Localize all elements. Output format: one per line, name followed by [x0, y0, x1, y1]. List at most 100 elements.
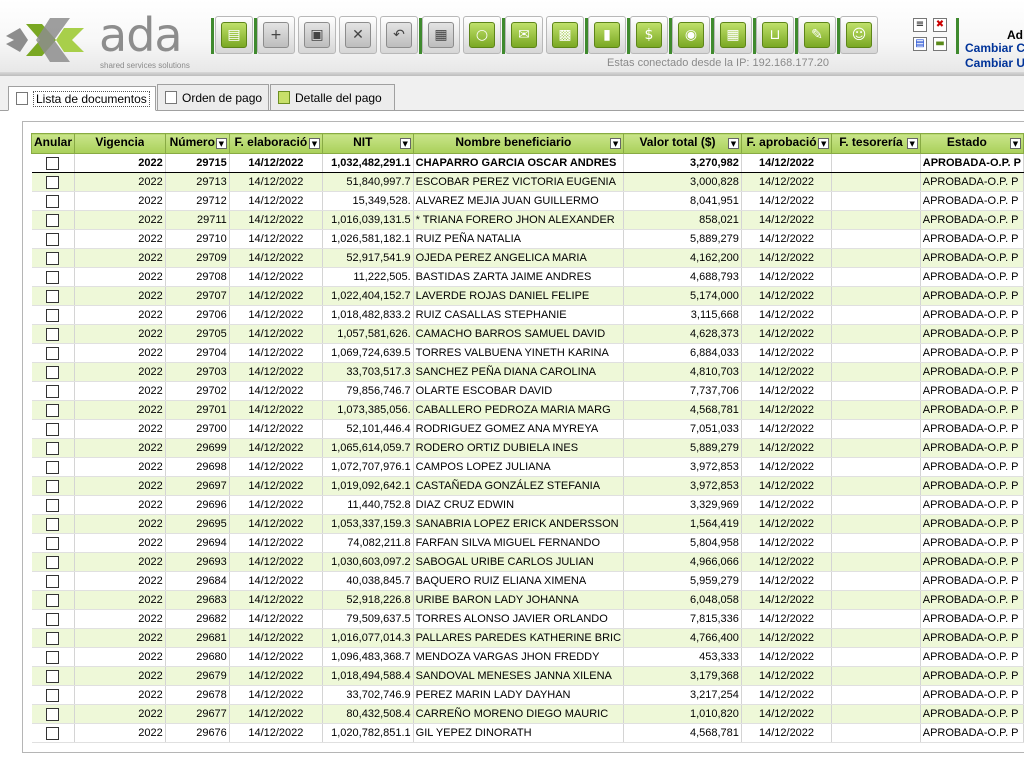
- anular-checkbox[interactable]: [46, 536, 60, 550]
- column-header[interactable]: Nombre beneficiario ▼: [412, 133, 625, 154]
- table-row[interactable]: 2022 29704 14/12/2022 1,069,724,639.5 TORRES…: [31, 343, 1024, 363]
- table-row[interactable]: 2022 29707 14/12/2022 1,022,404,152.7 LAVERD…: [31, 286, 1024, 306]
- table-row[interactable]: 2022 29684 14/12/2022 40,038,845.7 BAQUERO R…: [31, 571, 1024, 591]
- anular-checkbox[interactable]: [46, 346, 60, 360]
- anular-checkbox[interactable]: [46, 650, 60, 664]
- folder-icon[interactable]: ▬: [933, 37, 947, 51]
- grid-button[interactable]: ▦: [714, 16, 752, 54]
- table-row[interactable]: 2022 29683 14/12/2022 52,918,226.8 URIBE BAR…: [31, 590, 1024, 610]
- filter-dropdown-icon[interactable]: ▼: [818, 138, 830, 149]
- column-header[interactable]: Vigencia: [74, 133, 166, 154]
- search-button[interactable]: ○: [463, 16, 501, 54]
- column-header[interactable]: Anular: [31, 133, 76, 154]
- column-header[interactable]: F. aprobació ▼: [740, 133, 833, 154]
- table-row[interactable]: 2022 29682 14/12/2022 79,509,637.5 TORRES AL…: [31, 609, 1024, 629]
- table-row[interactable]: 2022 29680 14/12/2022 1,096,483,368.7 MENDOZ…: [31, 647, 1024, 667]
- table-row[interactable]: 2022 29676 14/12/2022 1,020,782,851.1 GIL YE…: [31, 723, 1024, 743]
- export-excel-button[interactable]: ✉: [505, 16, 543, 54]
- users-button[interactable]: ☺: [840, 16, 878, 54]
- filter-dropdown-icon[interactable]: ▼: [727, 138, 739, 149]
- table-row[interactable]: 2022 29705 14/12/2022 1,057,581,626. CAMACHO…: [31, 324, 1024, 344]
- table-row[interactable]: 2022 29679 14/12/2022 1,018,494,588.4 SANDOV…: [31, 666, 1024, 686]
- anular-checkbox[interactable]: [46, 232, 60, 246]
- table-row[interactable]: 2022 29711 14/12/2022 1,016,039,131.5 * TRIA…: [31, 210, 1024, 230]
- new-document-button[interactable]: +: [257, 16, 295, 54]
- change-user-link[interactable]: Cambiar U: [965, 56, 1024, 70]
- table-row[interactable]: 2022 29693 14/12/2022 1,030,603,097.2 SABOGA…: [31, 552, 1024, 572]
- anular-checkbox[interactable]: [46, 612, 60, 626]
- table-row[interactable]: 2022 29699 14/12/2022 1,065,614,059.7 RODERO…: [31, 438, 1024, 458]
- documents-grid[interactable]: Anular Vigencia Número ▼ F. elaboració ▼ NIT ▼ N…: [31, 133, 1024, 743]
- table-row[interactable]: 2022 29708 14/12/2022 11,222,505. BASTIDAS Z…: [31, 267, 1024, 287]
- anular-checkbox[interactable]: [46, 460, 60, 474]
- filter-dropdown-icon[interactable]: ▼: [1010, 138, 1021, 149]
- anular-checkbox[interactable]: [46, 251, 60, 265]
- anular-checkbox[interactable]: [46, 422, 60, 436]
- undo-button[interactable]: ↶: [380, 16, 418, 54]
- filter-dropdown-icon[interactable]: ▼: [610, 138, 622, 149]
- table-row[interactable]: 2022 29698 14/12/2022 1,072,707,976.1 CAMPOS…: [31, 457, 1024, 477]
- anular-checkbox[interactable]: [46, 631, 60, 645]
- filter-dropdown-icon[interactable]: ▼: [308, 138, 320, 149]
- windows-icon[interactable]: ▤: [913, 37, 927, 51]
- table-row[interactable]: 2022 29710 14/12/2022 1,026,581,182.1 RUIZ P…: [31, 229, 1024, 249]
- column-header[interactable]: Valor total ($) ▼: [623, 133, 742, 154]
- anular-checkbox[interactable]: [46, 574, 60, 588]
- anular-checkbox[interactable]: [46, 156, 60, 170]
- anular-checkbox[interactable]: [46, 441, 60, 455]
- table-row[interactable]: 2022 29700 14/12/2022 52,101,446.4 RODRIGUEZ…: [31, 419, 1024, 439]
- table-row[interactable]: 2022 29701 14/12/2022 1,073,385,056. CABALLE…: [31, 400, 1024, 420]
- print-button[interactable]: ▦: [422, 16, 460, 54]
- column-header[interactable]: NIT ▼: [321, 133, 414, 154]
- delete-button[interactable]: ✕: [339, 16, 377, 54]
- anular-checkbox[interactable]: [46, 498, 60, 512]
- list-view-icon[interactable]: ≡: [913, 18, 927, 32]
- table-row[interactable]: 2022 29702 14/12/2022 79,856,746.7 OLARTE ES…: [31, 381, 1024, 401]
- table-row[interactable]: 2022 29703 14/12/2022 33,703,517.3 SANCHEZ P…: [31, 362, 1024, 382]
- table-row[interactable]: 2022 29713 14/12/2022 51,840,997.7 ESCOBAR P…: [31, 172, 1024, 192]
- table-row[interactable]: 2022 29695 14/12/2022 1,053,337,159.3 SANABR…: [31, 514, 1024, 534]
- anular-checkbox[interactable]: [46, 289, 60, 303]
- anular-checkbox[interactable]: [46, 555, 60, 569]
- camera-button[interactable]: ◉: [672, 16, 710, 54]
- anular-checkbox[interactable]: [46, 194, 60, 208]
- table-row[interactable]: 2022 29697 14/12/2022 1,019,092,642.1 CASTAÑ…: [31, 476, 1024, 496]
- column-header[interactable]: Estado ▼: [919, 133, 1024, 154]
- table-row[interactable]: 2022 29706 14/12/2022 1,018,482,833.2 RUIZ C…: [31, 305, 1024, 325]
- table-row[interactable]: 2022 29712 14/12/2022 15,349,528. ALVAREZ ME…: [31, 191, 1024, 211]
- anular-checkbox[interactable]: [46, 517, 60, 531]
- tab-orden-de-pago[interactable]: Orden de pago: [157, 84, 269, 110]
- anular-checkbox[interactable]: [46, 213, 60, 227]
- table-row[interactable]: 2022 29677 14/12/2022 80,432,508.4 CARREÑO M…: [31, 704, 1024, 724]
- anular-checkbox[interactable]: [46, 403, 60, 417]
- settings-button[interactable]: ✎: [798, 16, 836, 54]
- anular-checkbox[interactable]: [46, 384, 60, 398]
- column-header[interactable]: Número ▼: [164, 133, 230, 154]
- anular-checkbox[interactable]: [46, 365, 60, 379]
- anular-checkbox[interactable]: [46, 270, 60, 284]
- cart-button[interactable]: ⊔: [756, 16, 794, 54]
- anular-checkbox[interactable]: [46, 688, 60, 702]
- change-password-link[interactable]: Cambiar Cl: [965, 41, 1024, 55]
- anular-checkbox[interactable]: [46, 308, 60, 322]
- money-bag-button[interactable]: $: [630, 16, 668, 54]
- filter-dropdown-icon[interactable]: ▼: [215, 138, 227, 149]
- table-row[interactable]: 2022 29681 14/12/2022 1,016,077,014.3 PALLAR…: [31, 628, 1024, 648]
- table-row[interactable]: 2022 29678 14/12/2022 33,702,746.9 PEREZ MAR…: [31, 685, 1024, 705]
- open-box-button[interactable]: ▩: [546, 16, 584, 54]
- anular-checkbox[interactable]: [46, 593, 60, 607]
- anular-checkbox[interactable]: [46, 726, 60, 740]
- filter-dropdown-icon[interactable]: ▼: [399, 138, 411, 149]
- anular-checkbox[interactable]: [46, 175, 60, 189]
- lock-button[interactable]: ▮: [588, 16, 626, 54]
- table-row[interactable]: 2022 29709 14/12/2022 52,917,541.9 OJEDA PER…: [31, 248, 1024, 268]
- anular-checkbox[interactable]: [46, 327, 60, 341]
- anular-checkbox[interactable]: [46, 479, 60, 493]
- anular-checkbox[interactable]: [46, 707, 60, 721]
- table-row[interactable]: 2022 29715 14/12/2022 1,032,482,291.1 CHAPAR…: [31, 153, 1024, 173]
- tab-lista-de-documentos[interactable]: Lista de documentos: [8, 86, 156, 111]
- table-row[interactable]: 2022 29694 14/12/2022 74,082,211.8 FARFAN SI…: [31, 533, 1024, 553]
- flag-icon[interactable]: ✖: [933, 18, 947, 32]
- tab-detalle-del-pago[interactable]: Detalle del pago: [270, 84, 395, 110]
- open-folder-button[interactable]: ▤: [215, 16, 253, 54]
